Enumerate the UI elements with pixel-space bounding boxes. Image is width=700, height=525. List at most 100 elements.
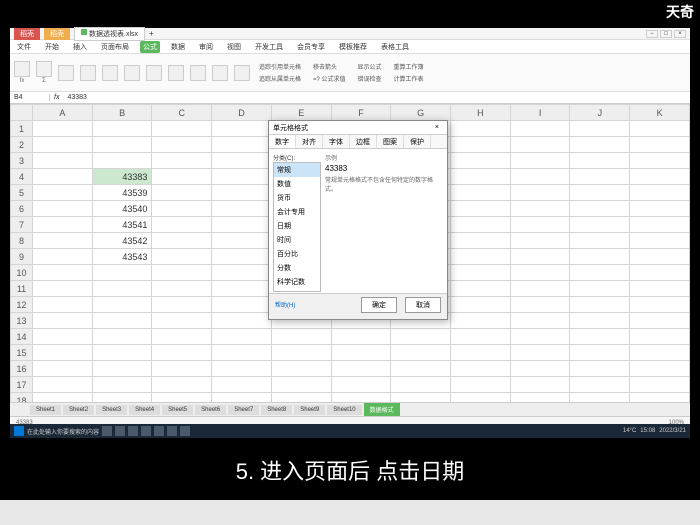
menu-review[interactable]: 审阅 bbox=[196, 41, 216, 53]
task-icon-6[interactable] bbox=[167, 426, 177, 436]
cell-H12[interactable] bbox=[451, 297, 511, 313]
cell-H17[interactable] bbox=[451, 377, 511, 393]
clock-time[interactable]: 15:08 bbox=[640, 428, 655, 434]
dialog-tab-2[interactable]: 字体 bbox=[323, 135, 350, 148]
cell-K8[interactable] bbox=[630, 233, 690, 249]
cell-D2[interactable] bbox=[212, 137, 272, 153]
category-0[interactable]: 常规 bbox=[274, 163, 320, 177]
cell-I14[interactable] bbox=[510, 329, 570, 345]
cell-H9[interactable] bbox=[451, 249, 511, 265]
cell-A8[interactable] bbox=[33, 233, 93, 249]
cell-A13[interactable] bbox=[33, 313, 93, 329]
cell-G16[interactable] bbox=[391, 361, 451, 377]
cell-J3[interactable] bbox=[570, 153, 630, 169]
cell-I13[interactable] bbox=[510, 313, 570, 329]
cell-K5[interactable] bbox=[630, 185, 690, 201]
cell-J5[interactable] bbox=[570, 185, 630, 201]
row-header-5[interactable]: 5 bbox=[11, 185, 33, 201]
cell-C3[interactable] bbox=[152, 153, 212, 169]
cell-A6[interactable] bbox=[33, 201, 93, 217]
cell-F17[interactable] bbox=[331, 377, 391, 393]
dialog-close-button[interactable]: × bbox=[431, 124, 443, 131]
help-link[interactable]: 帮助(H) bbox=[275, 300, 295, 309]
trace-dependents[interactable]: 追踪从属单元格 bbox=[256, 73, 304, 84]
cell-J6[interactable] bbox=[570, 201, 630, 217]
cell-A5[interactable] bbox=[33, 185, 93, 201]
col-header-B[interactable]: B bbox=[92, 105, 152, 121]
ok-button[interactable]: 确定 bbox=[361, 297, 397, 313]
cell-I8[interactable] bbox=[510, 233, 570, 249]
cell-K10[interactable] bbox=[630, 265, 690, 281]
row-header-1[interactable]: 1 bbox=[11, 121, 33, 137]
cell-D4[interactable] bbox=[212, 169, 272, 185]
cell-J2[interactable] bbox=[570, 137, 630, 153]
cell-C8[interactable] bbox=[152, 233, 212, 249]
row-header-4[interactable]: 4 bbox=[11, 169, 33, 185]
cell-H1[interactable] bbox=[451, 121, 511, 137]
cell-C5[interactable] bbox=[152, 185, 212, 201]
cell-K17[interactable] bbox=[630, 377, 690, 393]
col-header-J[interactable]: J bbox=[570, 105, 630, 121]
cell-H3[interactable] bbox=[451, 153, 511, 169]
sheet-tab-2[interactable]: Sheet3 bbox=[96, 405, 127, 415]
cell-H2[interactable] bbox=[451, 137, 511, 153]
col-header-D[interactable]: D bbox=[212, 105, 272, 121]
cell-A11[interactable] bbox=[33, 281, 93, 297]
cell-J1[interactable] bbox=[570, 121, 630, 137]
show-formula[interactable]: 显示公式 bbox=[355, 61, 385, 72]
ribbon-lookup[interactable] bbox=[168, 65, 184, 81]
cell-K6[interactable] bbox=[630, 201, 690, 217]
category-2[interactable]: 货币 bbox=[274, 191, 320, 205]
cell-B11[interactable] bbox=[92, 281, 152, 297]
menu-table[interactable]: 表格工具 bbox=[378, 41, 412, 53]
category-7[interactable]: 分数 bbox=[274, 261, 320, 275]
cell-J12[interactable] bbox=[570, 297, 630, 313]
sheet-tab-8[interactable]: Sheet9 bbox=[294, 405, 325, 415]
row-header-6[interactable]: 6 bbox=[11, 201, 33, 217]
col-header-I[interactable]: I bbox=[510, 105, 570, 121]
category-3[interactable]: 会计专用 bbox=[274, 205, 320, 219]
recalc-book[interactable]: 重算工作簿 bbox=[391, 61, 427, 72]
cell-J15[interactable] bbox=[570, 345, 630, 361]
sheet-tab-7[interactable]: Sheet8 bbox=[261, 405, 292, 415]
col-header-K[interactable]: K bbox=[630, 105, 690, 121]
title-tab-2[interactable]: 稻壳 bbox=[44, 28, 70, 40]
cell-B5[interactable]: 43539 bbox=[92, 185, 152, 201]
cell-A10[interactable] bbox=[33, 265, 93, 281]
cell-K4[interactable] bbox=[630, 169, 690, 185]
cell-D14[interactable] bbox=[212, 329, 272, 345]
cell-I12[interactable] bbox=[510, 297, 570, 313]
minimize-button[interactable]: − bbox=[646, 30, 658, 38]
cell-I9[interactable] bbox=[510, 249, 570, 265]
dialog-tab-1[interactable]: 对齐 bbox=[296, 135, 323, 148]
cell-J17[interactable] bbox=[570, 377, 630, 393]
cell-D7[interactable] bbox=[212, 217, 272, 233]
cell-A4[interactable] bbox=[33, 169, 93, 185]
cell-D1[interactable] bbox=[212, 121, 272, 137]
ribbon-logic[interactable] bbox=[102, 65, 118, 81]
cell-E17[interactable] bbox=[271, 377, 331, 393]
cell-C2[interactable] bbox=[152, 137, 212, 153]
cancel-button[interactable]: 取消 bbox=[405, 297, 441, 313]
dialog-tab-0[interactable]: 数字 bbox=[269, 135, 296, 148]
cell-A16[interactable] bbox=[33, 361, 93, 377]
cell-J11[interactable] bbox=[570, 281, 630, 297]
formula-input[interactable]: 43383 bbox=[63, 94, 90, 101]
cell-A12[interactable] bbox=[33, 297, 93, 313]
row-header-13[interactable]: 13 bbox=[11, 313, 33, 329]
cell-J10[interactable] bbox=[570, 265, 630, 281]
cell-C12[interactable] bbox=[152, 297, 212, 313]
sheet-tab-5[interactable]: Sheet6 bbox=[195, 405, 226, 415]
cell-K9[interactable] bbox=[630, 249, 690, 265]
cell-D13[interactable] bbox=[212, 313, 272, 329]
sheet-tab-0[interactable]: Sheet1 bbox=[30, 405, 61, 415]
ribbon-math[interactable] bbox=[190, 65, 206, 81]
new-tab-button[interactable]: + bbox=[149, 29, 154, 38]
cell-B14[interactable] bbox=[92, 329, 152, 345]
cell-H7[interactable] bbox=[451, 217, 511, 233]
cell-C9[interactable] bbox=[152, 249, 212, 265]
cell-D17[interactable] bbox=[212, 377, 272, 393]
cell-B3[interactable] bbox=[92, 153, 152, 169]
menu-member[interactable]: 会员专享 bbox=[294, 41, 328, 53]
menu-file[interactable]: 文件 bbox=[14, 41, 34, 53]
